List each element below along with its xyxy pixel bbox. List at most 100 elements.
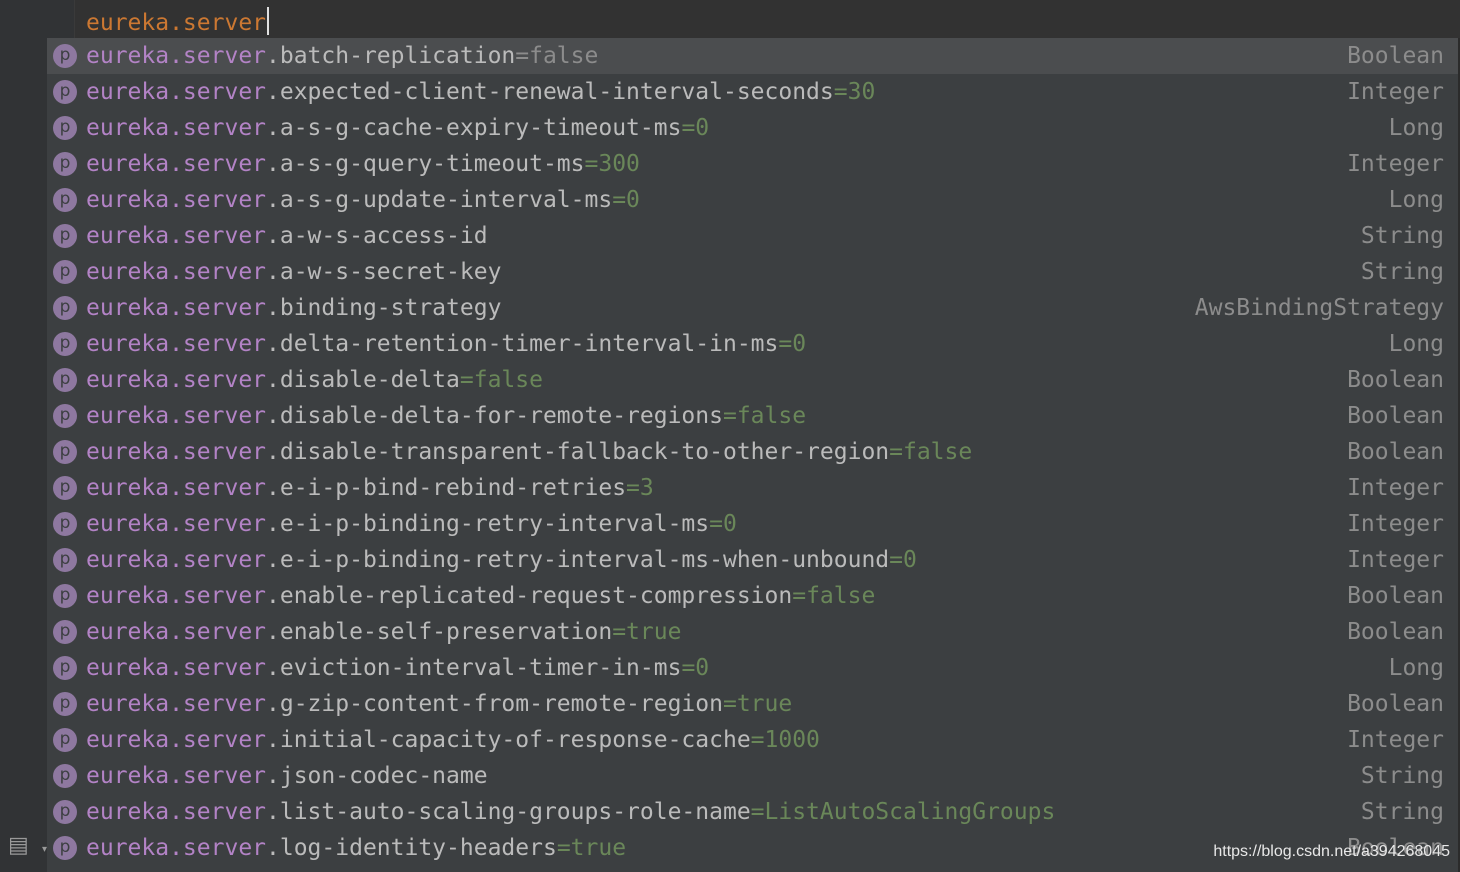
completion-label: eureka.server.list-auto-scaling-groups-r… <box>86 797 1055 827</box>
dropdown-arrow-icon: ▾ <box>42 844 48 855</box>
completion-default-value: =3 <box>626 475 654 501</box>
completion-default-value: =0 <box>889 547 917 573</box>
text-caret <box>267 7 270 35</box>
editor-current-line[interactable]: eureka.server <box>86 7 270 38</box>
completion-item[interactable]: p eureka.server.a-s-g-cache-expiry-timeou… <box>47 110 1458 146</box>
completion-label: eureka.server.disable-delta-for-remote-r… <box>86 401 806 431</box>
completion-property-name: .e-i-p-binding-retry-interval-ms-when-un… <box>266 547 890 573</box>
property-icon: p <box>53 152 77 176</box>
completion-default-value: =true <box>722 691 793 717</box>
completion-label: eureka.server.g-zip-content-from-remote-… <box>86 689 792 719</box>
completion-type: String <box>1360 259 1444 285</box>
completion-prefix: eureka.server <box>86 223 267 249</box>
property-icon: p <box>53 80 77 104</box>
completion-label: eureka.server.initial-capacity-of-respon… <box>86 725 820 755</box>
property-icon: p <box>53 260 77 284</box>
property-icon: p <box>53 44 77 68</box>
completion-default-value: =0 <box>681 115 710 141</box>
completion-item[interactable]: p eureka.server.a-w-s-access-id String <box>47 218 1458 254</box>
completion-prefix: eureka.server <box>86 115 267 141</box>
completion-item[interactable]: p eureka.server.enable-self-preservation=… <box>47 614 1458 650</box>
completion-prefix: eureka.server <box>86 475 267 501</box>
completion-item[interactable]: p eureka.server.expected-client-renewal-i… <box>47 74 1458 110</box>
completion-label: eureka.server.disable-transparent-fallba… <box>86 437 972 467</box>
completion-label: eureka.server.binding-strategy <box>86 293 501 323</box>
completion-prefix: eureka.server <box>86 187 267 213</box>
completion-property-name: .a-w-s-access-id <box>266 223 488 249</box>
completion-default-value: =false <box>889 439 973 465</box>
property-icon: p <box>53 440 77 464</box>
property-icon: p <box>53 476 77 500</box>
completion-label: eureka.server.log-identity-headers=true <box>86 833 626 863</box>
completion-type: Integer <box>1347 475 1444 501</box>
completion-item[interactable]: p eureka.server.eviction-interval-timer-i… <box>47 650 1458 686</box>
completion-label: eureka.server.batch-replication=false <box>86 41 598 71</box>
completion-property-name: .a-s-g-cache-expiry-timeout-ms <box>266 115 682 141</box>
property-icon: p <box>53 800 77 824</box>
completion-type: Boolean <box>1347 439 1444 465</box>
completion-label: eureka.server.a-w-s-secret-key <box>86 257 501 287</box>
completion-item[interactable]: p eureka.server.enable-replicated-request… <box>47 578 1458 614</box>
completion-label: eureka.server.delta-retention-timer-inte… <box>86 329 806 359</box>
completion-type: Boolean <box>1347 43 1444 69</box>
completion-default-value: =300 <box>584 151 640 177</box>
completion-property-name: .batch-replication <box>266 43 516 69</box>
completion-item[interactable]: p eureka.server.e-i-p-binding-retry-inter… <box>47 542 1458 578</box>
completion-item[interactable]: p eureka.server.disable-delta=false Boolea… <box>47 362 1458 398</box>
completion-item[interactable]: p eureka.server.disable-transparent-fallb… <box>47 434 1458 470</box>
autocomplete-popup[interactable]: p eureka.server.batch-replication=false Bo… <box>47 38 1458 872</box>
completion-default-value: =ListAutoScalingGroups <box>750 799 1056 825</box>
completion-item[interactable]: p eureka.server.json-codec-name String <box>47 758 1458 794</box>
property-icon: p <box>53 584 77 608</box>
completion-type: Integer <box>1347 151 1444 177</box>
completion-item[interactable]: p eureka.server.e-i-p-bind-rebind-retries… <box>47 470 1458 506</box>
completion-property-name: .disable-delta <box>266 367 460 393</box>
completion-label: eureka.server.a-s-g-query-timeout-ms=300 <box>86 149 640 179</box>
completion-property-name: .e-i-p-binding-retry-interval-ms <box>266 511 710 537</box>
completion-type: Integer <box>1347 511 1444 537</box>
completion-item[interactable]: p eureka.server.initial-capacity-of-respo… <box>47 722 1458 758</box>
completion-prefix: eureka.server <box>86 79 267 105</box>
completion-item[interactable]: p eureka.server.batch-replication=false Bo… <box>47 38 1458 74</box>
completion-item[interactable]: p eureka.server.a-s-g-query-timeout-ms=30… <box>47 146 1458 182</box>
completion-item[interactable]: p eureka.server.disable-delta-for-remote-… <box>47 398 1458 434</box>
completion-property-name: .g-zip-content-from-remote-region <box>266 691 723 717</box>
watermark-text: https://blog.csdn.net/a394268045 <box>1213 843 1450 860</box>
property-icon: p <box>53 116 77 140</box>
completion-item[interactable]: p eureka.server.e-i-p-binding-retry-inter… <box>47 506 1458 542</box>
completion-label: eureka.server.eviction-interval-timer-in… <box>86 653 709 683</box>
completion-prefix: eureka.server <box>86 655 267 681</box>
completion-property-name: .json-codec-name <box>266 763 488 789</box>
property-icon: p <box>53 620 77 644</box>
completion-type: Long <box>1388 655 1444 681</box>
completion-item[interactable]: p eureka.server.a-s-g-update-interval-ms=… <box>47 182 1458 218</box>
completion-property-name: .disable-transparent-fallback-to-other-r… <box>266 439 890 465</box>
completion-item[interactable]: p eureka.server.list-auto-scaling-groups-… <box>47 794 1458 830</box>
completion-label: eureka.server.a-s-g-cache-expiry-timeout… <box>86 113 709 143</box>
completion-default-value: =0 <box>612 187 640 213</box>
completion-default-value: =true <box>612 619 682 645</box>
completion-item[interactable]: p eureka.server.a-w-s-secret-key String <box>47 254 1458 290</box>
property-icon: p <box>53 224 77 248</box>
property-icon: p <box>53 728 77 752</box>
completion-type: Boolean <box>1347 583 1444 609</box>
completion-default-value: =false <box>722 403 807 429</box>
structure-view-icon[interactable]: ▤ ▾ <box>8 833 47 859</box>
current-line-highlight <box>75 0 1460 38</box>
code-editor[interactable]: eureka.server p eureka.server.batch-repli… <box>0 0 1460 872</box>
completion-item[interactable]: p eureka.server.g-zip-content-from-remote… <box>47 686 1458 722</box>
completion-default-value: =30 <box>833 79 876 105</box>
completion-prefix: eureka.server <box>86 799 267 825</box>
completion-property-name: .a-s-g-update-interval-ms <box>266 187 613 213</box>
completion-property-name: .binding-strategy <box>266 295 502 321</box>
completion-type: AwsBindingStrategy <box>1194 295 1444 321</box>
completion-item[interactable]: p eureka.server.delta-retention-timer-int… <box>47 326 1458 362</box>
completion-type: Integer <box>1347 79 1444 105</box>
completion-prefix: eureka.server <box>86 331 267 357</box>
completion-label: eureka.server.e-i-p-binding-retry-interv… <box>86 545 917 575</box>
completion-prefix: eureka.server <box>86 259 267 285</box>
completion-label: eureka.server.disable-delta=false <box>86 365 543 395</box>
typed-text: eureka.server <box>86 10 267 36</box>
completion-property-name: .a-w-s-secret-key <box>266 259 502 285</box>
completion-item[interactable]: p eureka.server.binding-strategy AwsBindin… <box>47 290 1458 326</box>
